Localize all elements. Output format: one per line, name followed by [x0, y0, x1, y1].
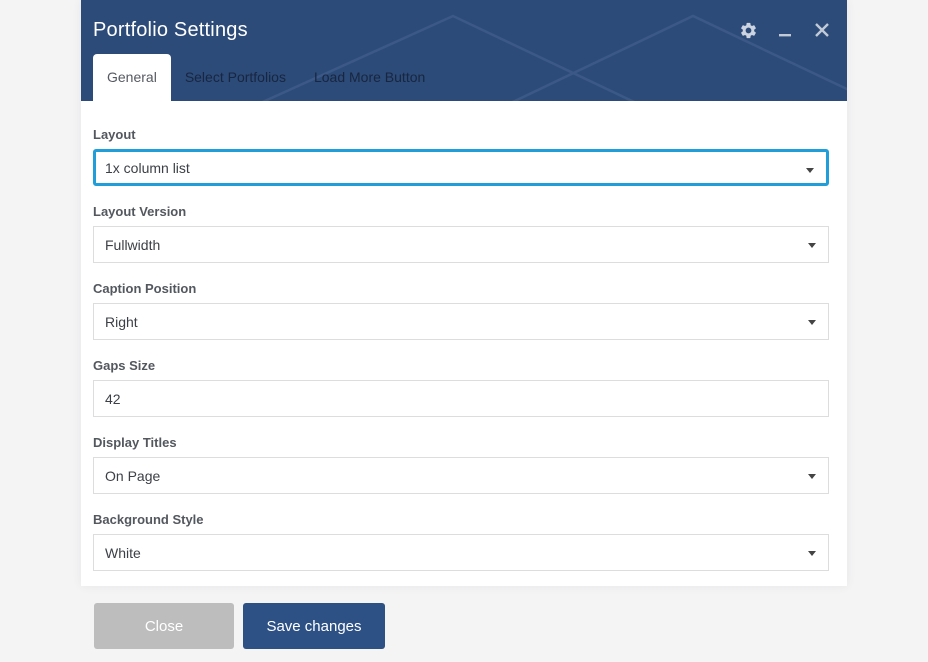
- tab-general[interactable]: General: [93, 54, 171, 101]
- field-layout: Layout 1x column list: [93, 127, 829, 186]
- field-gaps-size: Gaps Size: [93, 358, 829, 417]
- field-caption-position: Caption Position Right: [93, 281, 829, 340]
- chevron-down-icon: [808, 474, 816, 479]
- gaps-size-input[interactable]: [93, 380, 829, 417]
- layout-version-label: Layout Version: [93, 204, 829, 219]
- background-style-label: Background Style: [93, 512, 829, 527]
- display-titles-select[interactable]: On Page: [93, 457, 829, 494]
- chevron-down-icon: [806, 168, 814, 173]
- layout-label: Layout: [93, 127, 829, 142]
- layout-version-select[interactable]: Fullwidth: [93, 226, 829, 263]
- background-style-select-value: White: [105, 545, 141, 561]
- display-titles-label: Display Titles: [93, 435, 829, 450]
- background-style-select[interactable]: White: [93, 534, 829, 571]
- layout-version-select-value: Fullwidth: [105, 237, 160, 253]
- layout-select-value: 1x column list: [105, 160, 190, 176]
- close-icon[interactable]: [811, 19, 833, 41]
- dialog-tabs: General Select Portfolios Load More Butt…: [93, 54, 439, 101]
- caption-position-label: Caption Position: [93, 281, 829, 296]
- dialog-titlebar: Portfolio Settings: [81, 0, 847, 54]
- gaps-size-label: Gaps Size: [93, 358, 829, 373]
- chevron-down-icon: [808, 320, 816, 325]
- minimize-icon[interactable]: [774, 19, 796, 41]
- portfolio-settings-dialog: Portfolio Settings: [81, 0, 847, 586]
- window-controls: [737, 19, 833, 41]
- dialog-footer: Close Save changes: [94, 603, 385, 649]
- display-titles-select-value: On Page: [105, 468, 160, 484]
- gear-icon[interactable]: [737, 19, 759, 41]
- caption-position-select[interactable]: Right: [93, 303, 829, 340]
- field-display-titles: Display Titles On Page: [93, 435, 829, 494]
- caption-position-select-value: Right: [105, 314, 138, 330]
- field-layout-version: Layout Version Fullwidth: [93, 204, 829, 263]
- field-background-style: Background Style White: [93, 512, 829, 571]
- save-changes-button[interactable]: Save changes: [243, 603, 385, 649]
- tab-select-portfolios[interactable]: Select Portfolios: [171, 54, 300, 101]
- chevron-down-icon: [808, 243, 816, 248]
- dialog-title: Portfolio Settings: [93, 19, 248, 42]
- dialog-header: Portfolio Settings: [81, 0, 847, 101]
- close-button[interactable]: Close: [94, 603, 234, 649]
- chevron-down-icon: [808, 551, 816, 556]
- settings-form: Layout 1x column list Layout Version Ful…: [81, 101, 847, 571]
- tab-load-more-button[interactable]: Load More Button: [300, 54, 439, 101]
- layout-select[interactable]: 1x column list: [93, 149, 829, 186]
